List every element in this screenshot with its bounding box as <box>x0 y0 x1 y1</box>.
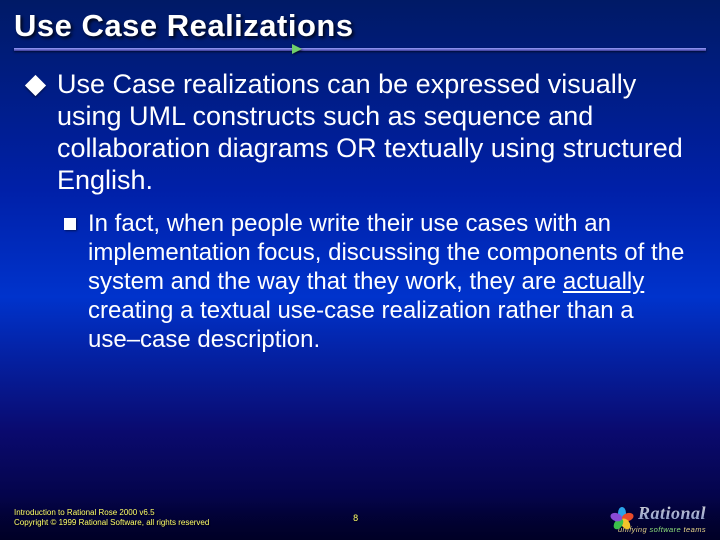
sub-bullet-text: In fact, when people write their use cas… <box>88 210 692 354</box>
brand-tagline: unifying software teams <box>618 525 706 534</box>
square-bullet-icon <box>64 218 76 230</box>
rational-logo-icon <box>612 503 632 523</box>
title-underline <box>0 48 720 59</box>
slide-title: Use Case Realizations <box>14 8 706 44</box>
content-area: Use Case realizations can be expressed v… <box>0 59 720 354</box>
diamond-bullet-icon <box>25 75 46 96</box>
tagline-post: teams <box>681 525 706 534</box>
title-bar: Use Case Realizations <box>0 0 720 48</box>
bullet-text: Use Case realizations can be expressed v… <box>57 69 692 196</box>
rule-line <box>14 48 706 51</box>
bullet-item: Use Case realizations can be expressed v… <box>28 69 692 196</box>
page-number: 8 <box>209 513 612 523</box>
logo-row: Rational <box>612 503 706 524</box>
tagline-highlight: software <box>650 525 682 534</box>
sub-text-underlined: actually <box>563 268 644 295</box>
brand-name: Rational <box>638 503 706 524</box>
footer-line2: Copyright © 1999 Rational Software, all … <box>14 518 209 528</box>
brand-block: Rational unifying software teams <box>612 503 706 534</box>
sub-text-post: creating a textual use-case realization … <box>88 297 634 353</box>
arrow-icon <box>292 44 302 54</box>
footer-credits: Introduction to Rational Rose 2000 v6.5 … <box>14 508 209 528</box>
footer: Introduction to Rational Rose 2000 v6.5 … <box>0 496 720 540</box>
sub-bullet-item: In fact, when people write their use cas… <box>64 210 692 354</box>
footer-line1: Introduction to Rational Rose 2000 v6.5 <box>14 508 209 518</box>
